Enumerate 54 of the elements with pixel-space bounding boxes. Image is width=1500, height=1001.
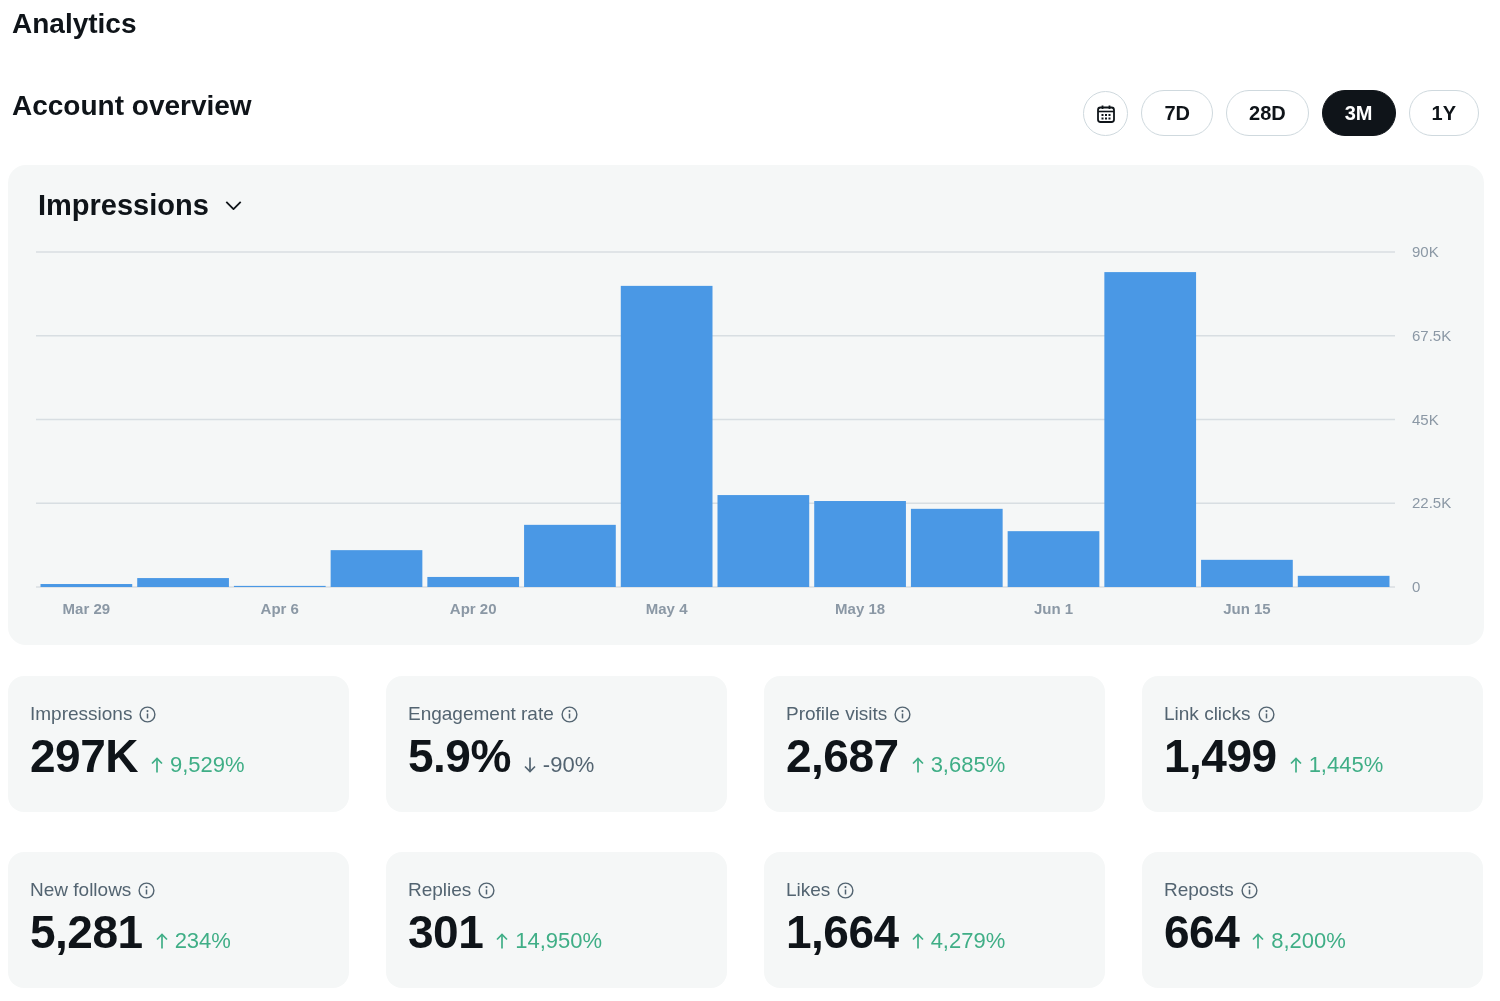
stat-label: Link clicks bbox=[1164, 702, 1251, 726]
info-icon[interactable] bbox=[1257, 705, 1275, 723]
stat-change: 4,279% bbox=[930, 928, 1006, 954]
y-axis-label: 67.5K bbox=[1412, 326, 1452, 344]
stat-label: Likes bbox=[786, 878, 831, 902]
stat-value: 1,664 bbox=[786, 906, 899, 958]
chevron-down-icon bbox=[224, 200, 242, 210]
stat-value: 2,687 bbox=[786, 730, 899, 782]
stat-change: 3,685% bbox=[930, 752, 1006, 778]
info-icon[interactable] bbox=[560, 705, 578, 723]
stat-label: Reposts bbox=[1164, 878, 1234, 902]
stat-value: 1,499 bbox=[1164, 730, 1277, 782]
stat-label: Replies bbox=[408, 878, 472, 902]
stat-change: 9,529% bbox=[169, 752, 245, 778]
stat-change: -90% bbox=[542, 752, 595, 778]
section-title: Account overview bbox=[12, 89, 252, 123]
page-title: Analytics bbox=[11, 7, 138, 41]
info-icon[interactable] bbox=[139, 705, 157, 723]
stat-value: 664 bbox=[1164, 906, 1240, 958]
stat-label: New follows bbox=[30, 878, 132, 902]
x-axis-label: Apr 20 bbox=[449, 600, 497, 617]
info-icon[interactable] bbox=[837, 881, 855, 899]
range-button[interactable]: 3M bbox=[1321, 90, 1396, 136]
range-button[interactable]: 1Y bbox=[1408, 90, 1479, 136]
range-button[interactable]: 7D bbox=[1141, 90, 1214, 136]
info-icon[interactable] bbox=[894, 705, 912, 723]
info-icon[interactable] bbox=[138, 881, 156, 899]
stat-value: 301 bbox=[408, 906, 484, 958]
y-axis-label: 22.5K bbox=[1412, 494, 1452, 512]
stat-change: 8,200% bbox=[1271, 928, 1346, 954]
stat-change: 234% bbox=[174, 928, 231, 954]
info-icon[interactable] bbox=[478, 881, 496, 899]
x-axis-label: Apr 6 bbox=[260, 600, 299, 617]
stat-change: 1,445% bbox=[1308, 752, 1384, 778]
x-axis-label: Mar 29 bbox=[62, 600, 111, 617]
stat-value: 5.9% bbox=[408, 730, 511, 782]
x-axis-label: Jun 1 bbox=[1033, 600, 1074, 617]
metric-dropdown[interactable]: Impressions bbox=[38, 185, 242, 225]
x-axis-label: May 18 bbox=[835, 600, 886, 617]
range-button[interactable]: 28D bbox=[1226, 90, 1309, 136]
x-axis-label: Jun 15 bbox=[1223, 600, 1271, 617]
x-axis-label: May 4 bbox=[645, 600, 688, 617]
stat-label: Engagement rate bbox=[408, 702, 554, 726]
y-axis-label: 90K bbox=[1412, 243, 1439, 260]
info-icon[interactable] bbox=[1240, 881, 1258, 899]
stat-label: Impressions bbox=[30, 702, 133, 726]
y-axis-label: 0 bbox=[1412, 578, 1421, 595]
stat-value: 5,281 bbox=[30, 906, 143, 958]
stat-value: 297K bbox=[30, 730, 138, 782]
stat-label: Profile visits bbox=[786, 702, 888, 726]
calendar-button[interactable] bbox=[1083, 91, 1129, 136]
calendar-icon bbox=[1095, 103, 1116, 124]
y-axis-label: 45K bbox=[1412, 410, 1439, 428]
stat-change: 14,950% bbox=[515, 928, 603, 954]
